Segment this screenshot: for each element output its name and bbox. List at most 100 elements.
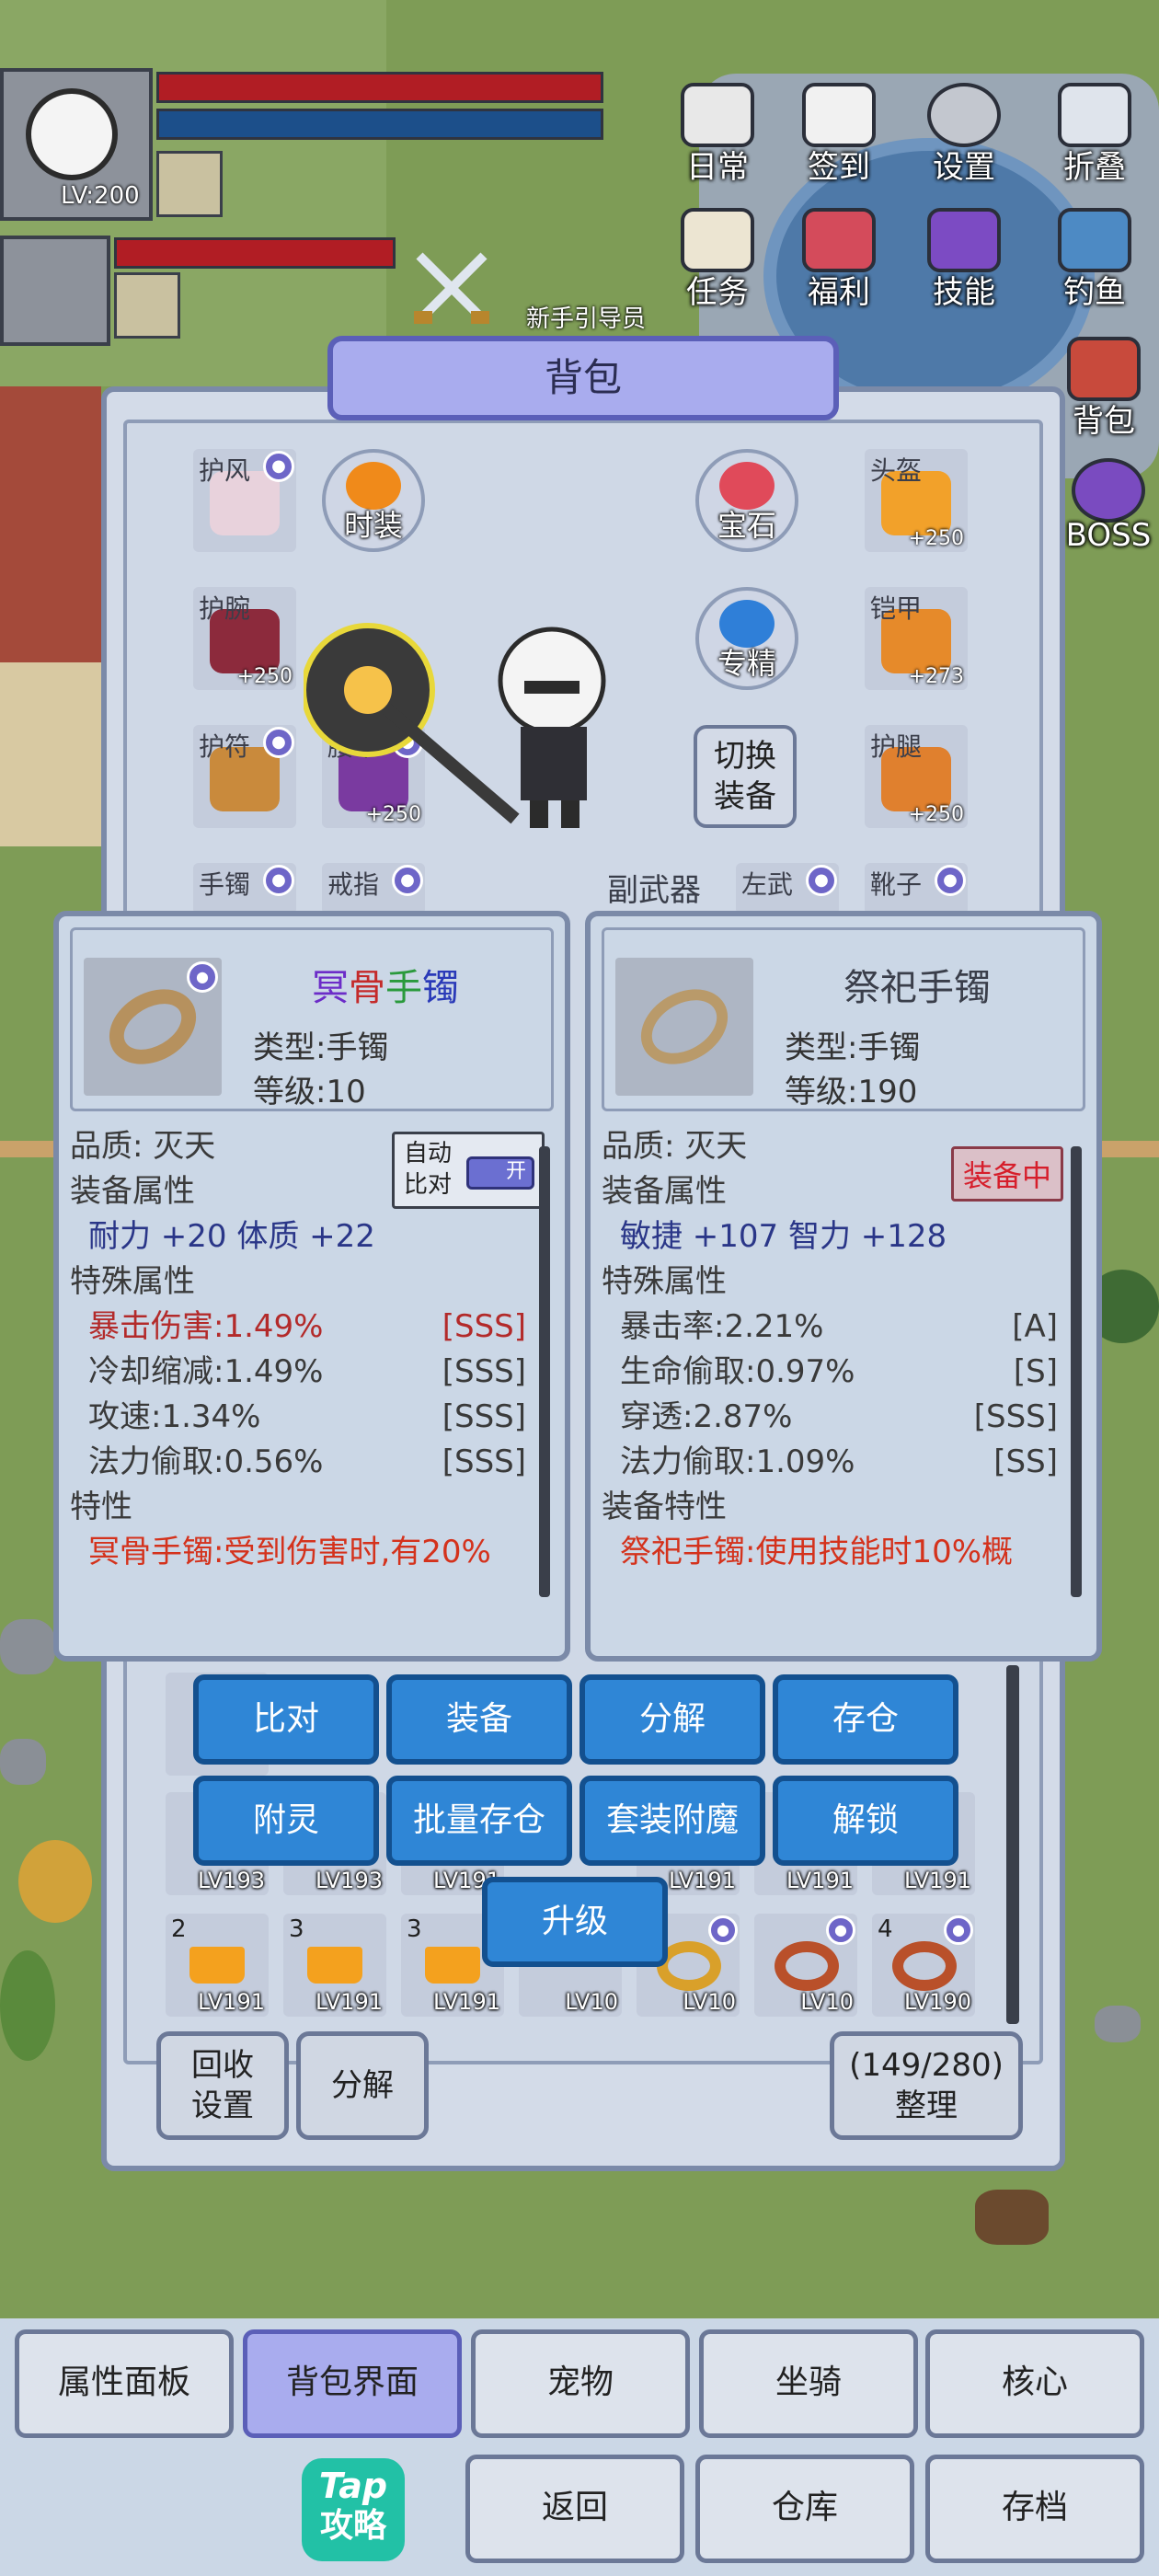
- unlock-button[interactable]: 解锁: [773, 1776, 958, 1866]
- nav-backpack[interactable]: 背包界面: [243, 2329, 462, 2438]
- equip-slot-helmet[interactable]: 头盔 +250: [865, 449, 968, 552]
- inventory-slot[interactable]: ● LV10: [754, 1914, 857, 2017]
- lock-icon: ●: [944, 1915, 973, 1945]
- crossed-swords-icon[interactable]: [410, 247, 493, 329]
- settings-button[interactable]: 设置: [909, 83, 1019, 187]
- flowers: [18, 1840, 92, 1923]
- pet-companion-portrait[interactable]: [114, 272, 180, 339]
- house-wall: [0, 662, 101, 846]
- bracelet-icon: [775, 1941, 839, 1991]
- inventory-slot[interactable]: 4 ● LV190: [872, 1914, 975, 2017]
- crown-icon: [307, 1947, 362, 1984]
- subweapon-label: 副武器: [607, 872, 701, 909]
- item-trait: 祭祀手镯:使用技能时10%概: [620, 1534, 1014, 1570]
- gift-icon: [802, 208, 876, 272]
- bush: [0, 1950, 55, 2061]
- compare-card-new-item: ● 冥骨手镯 类型:手镯 等级:10 自动 比对 开 品质: 灭天 装备属性 耐…: [53, 911, 570, 1662]
- equip-slot-armor[interactable]: 铠甲 +273: [865, 587, 968, 690]
- bracelet-icon: [96, 973, 210, 1080]
- companion-portrait[interactable]: [156, 151, 223, 217]
- collapse-button[interactable]: 折叠: [1039, 83, 1150, 187]
- house-roof: [0, 386, 101, 662]
- mastery-button[interactable]: 专精: [695, 587, 798, 690]
- rock: [0, 1739, 46, 1785]
- taptap-guide-logo[interactable]: Tap 攻略: [302, 2458, 405, 2561]
- rock: [0, 1619, 55, 1674]
- equip-slot-bracelet[interactable]: 手镯 ●: [193, 863, 296, 914]
- equip-slot-offhand[interactable]: 左武 ●: [736, 863, 839, 914]
- item-header: 祭祀手镯 类型:手镯 等级:190: [602, 927, 1085, 1111]
- special-attr-row: 生命偷取:0.97% [S]: [620, 1353, 1058, 1390]
- equip-slot-amulet[interactable]: 护符 ●: [193, 725, 296, 828]
- lock-icon: ●: [806, 865, 837, 896]
- equip-button[interactable]: 装备: [386, 1674, 572, 1765]
- quest-button[interactable]: 任务: [662, 208, 773, 312]
- scrollbar[interactable]: [1071, 1146, 1082, 1597]
- special-attr-row: 冷却缩减:1.49% [SSS]: [88, 1353, 526, 1390]
- pet-portrait[interactable]: [0, 236, 110, 346]
- scrollbar[interactable]: [539, 1146, 550, 1597]
- bracelet-icon: [627, 973, 741, 1080]
- fishing-button[interactable]: 钓鱼: [1039, 208, 1150, 312]
- inventory-slot[interactable]: 2 LV191: [166, 1914, 269, 2017]
- fish-icon: [1058, 208, 1131, 272]
- npc-label[interactable]: 新手引导员: [526, 300, 646, 334]
- player-portrait[interactable]: LV:200: [0, 68, 153, 221]
- checkin-button[interactable]: 签到: [784, 83, 894, 187]
- nav-attributes[interactable]: 属性面板: [15, 2329, 234, 2438]
- nav-core[interactable]: 核心: [925, 2329, 1144, 2438]
- decompose-button[interactable]: 分解: [580, 1674, 765, 1765]
- tree-stump: [975, 2190, 1049, 2245]
- daily-button[interactable]: 日常: [662, 83, 773, 187]
- special-attr-row: 法力偷取:0.56% [SSS]: [88, 1443, 526, 1480]
- lock-icon: ●: [263, 727, 294, 758]
- item-icon: [615, 958, 753, 1096]
- nav-save[interactable]: 存档: [925, 2455, 1144, 2563]
- item-type: 类型:手镯: [785, 1029, 921, 1066]
- nav-pets[interactable]: 宠物: [471, 2329, 690, 2438]
- equip-slot-leggings[interactable]: 护腿 +250: [865, 725, 968, 828]
- side-bag-button[interactable]: 背包: [1049, 337, 1159, 441]
- item-type: 类型:手镯: [253, 1029, 389, 1066]
- upgrade-button[interactable]: 升级: [482, 1877, 668, 1967]
- item-name: 祭祀手镯: [843, 967, 991, 1009]
- equip-slot-boots[interactable]: 靴子 ●: [865, 863, 968, 914]
- nav-back[interactable]: 返回: [465, 2455, 684, 2563]
- rock: [1095, 2006, 1141, 2042]
- item-details: 品质: 灭天 装备属性 敏捷 +107 智力 +128 特殊属性 暴击率:2.2…: [602, 1124, 1069, 1645]
- welfare-button[interactable]: 福利: [784, 208, 894, 312]
- recycle-settings-button[interactable]: 回收 设置: [156, 2031, 289, 2140]
- equip-slot-bracer[interactable]: 护腕 +250: [193, 587, 296, 690]
- bag-capacity: (149/280): [849, 2047, 1004, 2084]
- bulk-decompose-button[interactable]: 分解: [296, 2031, 429, 2140]
- special-attr-row: 攻速:1.34% [SSS]: [88, 1398, 526, 1435]
- equip-slot-ring[interactable]: 戒指 ●: [322, 863, 425, 914]
- compare-button[interactable]: 比对: [193, 1674, 379, 1765]
- player-avatar: [26, 88, 118, 180]
- item-level: 等级:10: [253, 1074, 366, 1110]
- inventory-slot[interactable]: 3 LV191: [283, 1914, 386, 2017]
- lock-icon: ●: [263, 451, 294, 482]
- equip-slot-cape[interactable]: 护风 ●: [193, 449, 296, 552]
- item-level: 等级:190: [785, 1074, 918, 1110]
- gem-button[interactable]: 宝石: [695, 449, 798, 552]
- side-boss-button[interactable]: BOSS: [1058, 458, 1159, 554]
- nav-mounts[interactable]: 坐骑: [699, 2329, 918, 2438]
- fashion-button[interactable]: 时装: [322, 449, 425, 552]
- store-button[interactable]: 存仓: [773, 1674, 958, 1765]
- player-level: LV:200: [61, 182, 140, 210]
- special-attr-row: 法力偷取:1.09% [SS]: [620, 1443, 1058, 1480]
- skill-button[interactable]: 技能: [909, 208, 1019, 312]
- boss-icon: [1072, 458, 1145, 523]
- enchant-spirit-button[interactable]: 附灵: [193, 1776, 379, 1866]
- nav-warehouse[interactable]: 仓库: [695, 2455, 914, 2563]
- switch-equipment-button[interactable]: 切换 装备: [694, 725, 797, 828]
- inventory-scrollbar[interactable]: [1006, 1665, 1019, 2024]
- lock-icon: ●: [708, 1915, 738, 1945]
- special-attr-row: 穿透:2.87% [SSS]: [620, 1398, 1058, 1435]
- crown-icon: [425, 1947, 480, 1984]
- batch-store-button[interactable]: 批量存仓: [386, 1776, 572, 1866]
- set-enchant-button[interactable]: 套装附魔: [580, 1776, 765, 1866]
- bracelet-icon: [892, 1941, 957, 1991]
- sort-button[interactable]: (149/280) 整理: [830, 2031, 1023, 2140]
